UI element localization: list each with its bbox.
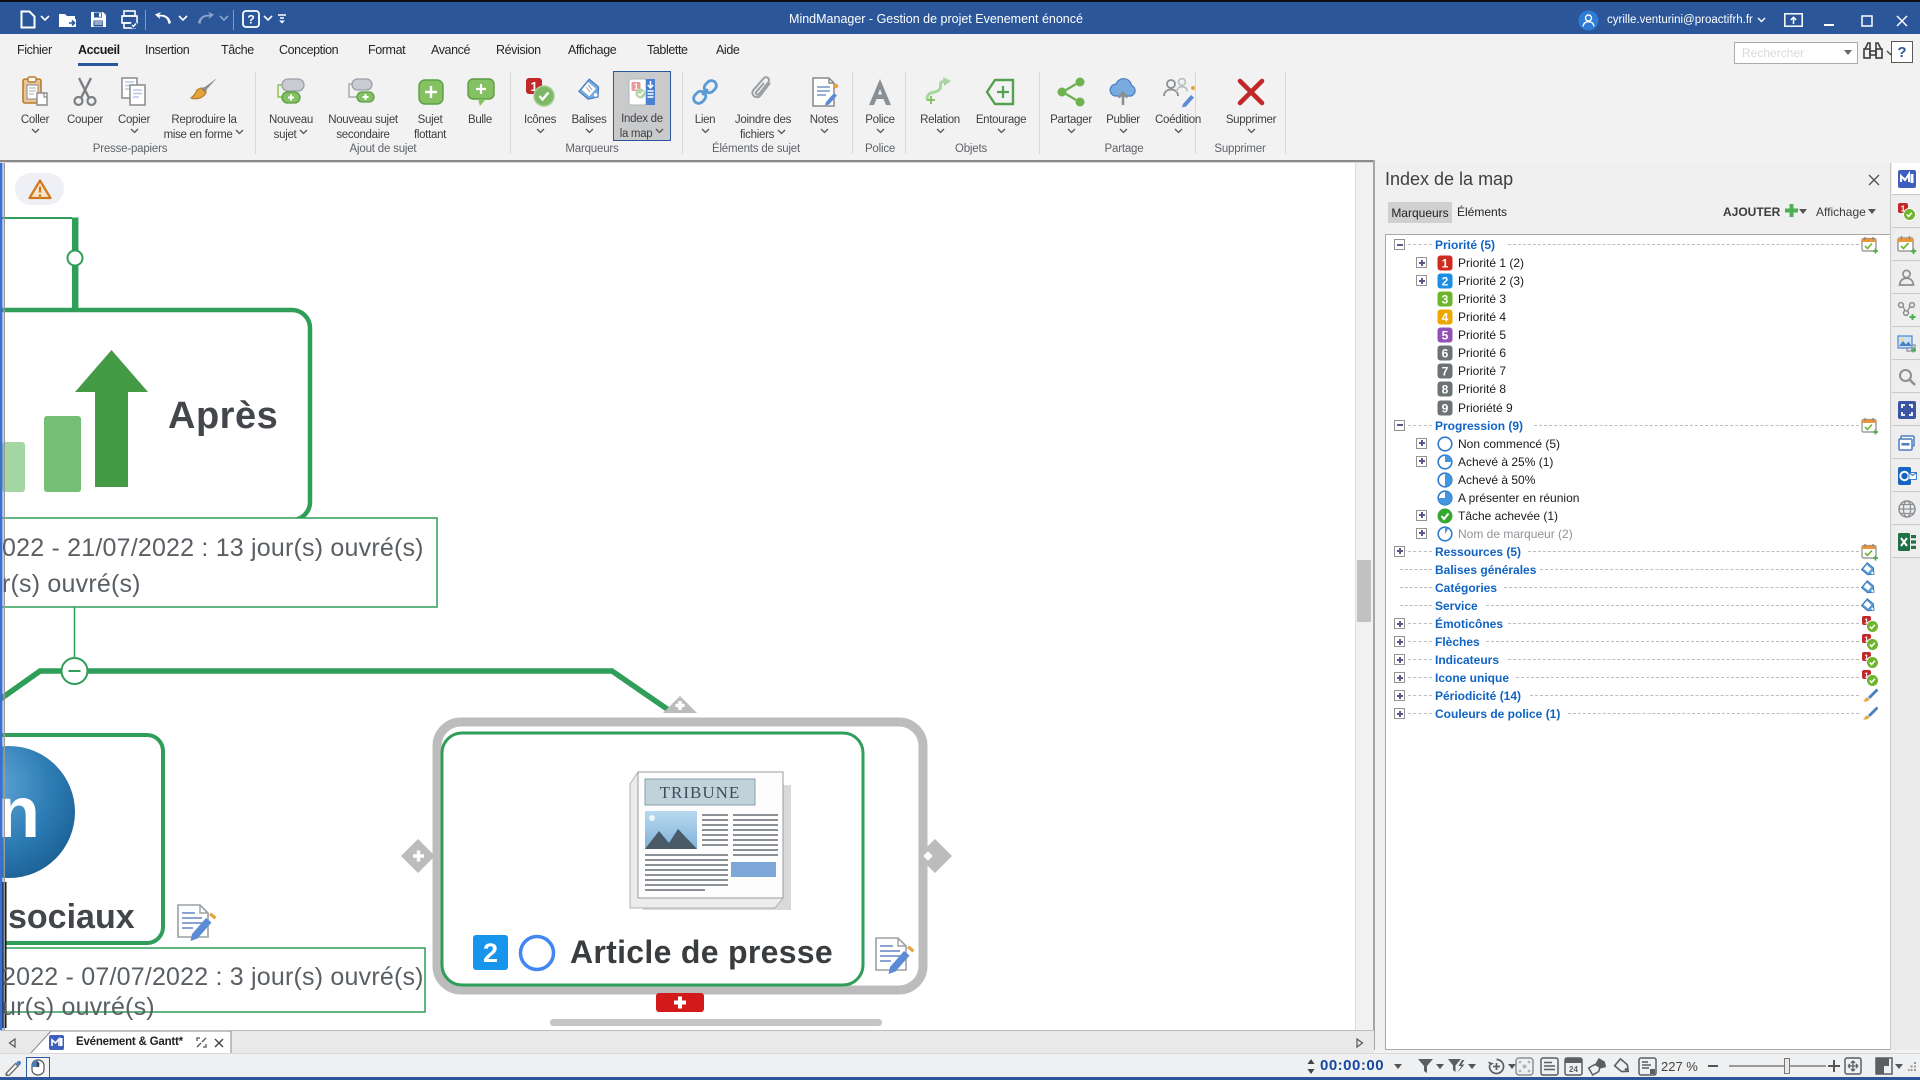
svg-text:in: in: [0, 773, 40, 853]
svg-text:2: 2: [483, 938, 498, 968]
svg-text:9: 9: [1442, 401, 1449, 415]
svg-text:4: 4: [1442, 311, 1449, 325]
svg-text:5: 5: [1442, 329, 1449, 343]
svg-text:2: 2: [1442, 275, 1449, 289]
svg-text:8: 8: [1442, 383, 1449, 397]
svg-text:1: 1: [1442, 257, 1449, 271]
svg-text:6: 6: [1442, 347, 1449, 361]
svg-text:TRIBUNE: TRIBUNE: [660, 783, 741, 802]
svg-text:24: 24: [1569, 1065, 1578, 1074]
svg-text:7: 7: [1442, 365, 1449, 379]
svg-text:3: 3: [1442, 293, 1449, 307]
